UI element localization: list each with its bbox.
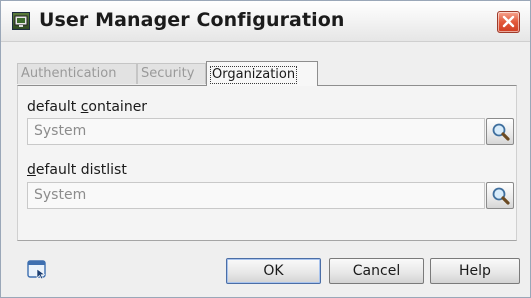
default-container-label: default container (27, 99, 148, 115)
tab-security[interactable]: Security (137, 63, 206, 84)
magnifier-icon (492, 187, 510, 205)
help-button[interactable]: Help (430, 258, 520, 284)
default-distlist-field[interactable]: System (27, 182, 485, 209)
default-container-field[interactable]: System (27, 118, 485, 145)
cancel-button[interactable]: Cancel (329, 258, 424, 284)
title-bar[interactable]: User Manager Configuration (1, 1, 530, 42)
tab-authentication[interactable]: Authentication (17, 63, 137, 84)
default-distlist-label: default distlist (27, 162, 127, 178)
tab-organization-label: Organization (210, 66, 298, 84)
tab-organization[interactable]: Organization (206, 61, 318, 86)
context-help-icon[interactable] (27, 260, 47, 280)
distlist-search-button[interactable] (486, 182, 514, 209)
dialog-window: User Manager Configuration Authenticatio… (0, 0, 531, 298)
container-search-button[interactable] (486, 118, 514, 145)
window-title: User Manager Configuration (39, 9, 345, 31)
ok-button[interactable]: OK (226, 258, 321, 284)
magnifier-icon (492, 123, 510, 141)
close-button[interactable] (497, 11, 520, 33)
close-icon (502, 15, 515, 28)
app-icon (12, 12, 30, 30)
